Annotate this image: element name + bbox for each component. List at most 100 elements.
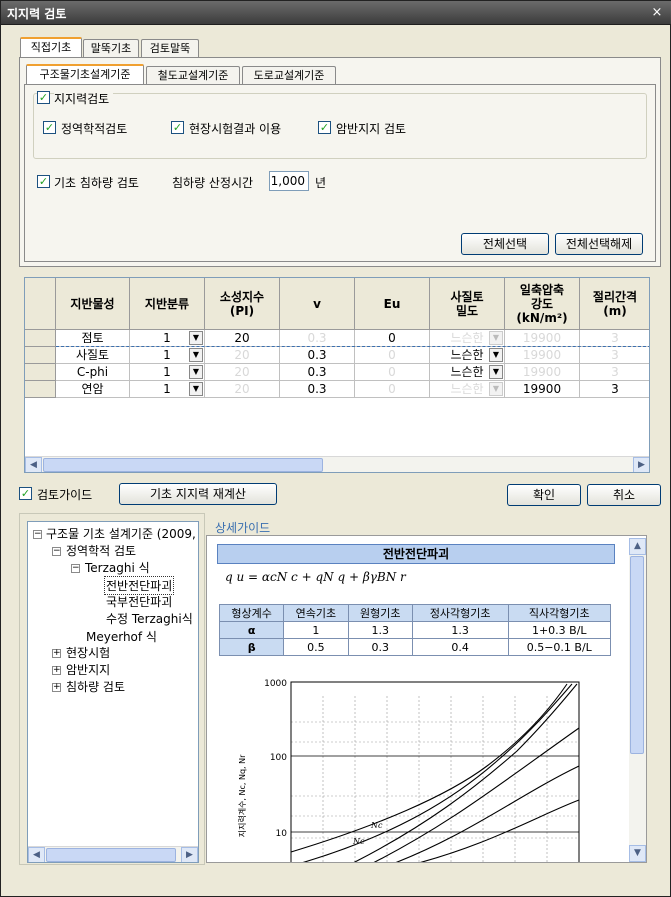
- guide-label: 검토가이드: [37, 488, 93, 502]
- cell-density: 느슨한 ▼: [430, 330, 505, 347]
- guide-vertical-scrollbar[interactable]: ▲ ▼: [629, 538, 646, 862]
- chevron-down-icon[interactable]: ▼: [189, 348, 203, 362]
- col-header-pi[interactable]: 소성지수 (PI): [205, 278, 280, 330]
- chevron-down-icon[interactable]: ▼: [189, 365, 203, 379]
- tab-structure-code[interactable]: 구조물기초설계기준: [26, 64, 144, 84]
- cell-v[interactable]: 0.3: [280, 364, 355, 381]
- cell-joint[interactable]: 3: [580, 381, 649, 398]
- expand-icon[interactable]: +: [52, 683, 61, 692]
- guide-checkbox[interactable]: ✓: [19, 487, 32, 500]
- collapse-icon[interactable]: −: [52, 547, 61, 556]
- row-header[interactable]: [25, 381, 56, 398]
- cell-eu[interactable]: 0: [355, 330, 430, 347]
- tree-node-root[interactable]: 구조물 기초 설계기준 (2009,: [46, 525, 196, 542]
- chevron-down-icon[interactable]: ▼: [189, 382, 203, 396]
- tree-node-rock[interactable]: 암반지지: [66, 661, 110, 678]
- title-bar[interactable]: 지지력 검토 ×: [1, 1, 671, 25]
- rock-support-checkbox[interactable]: ✓: [318, 121, 331, 134]
- col-header-class[interactable]: 지반분류: [130, 278, 205, 330]
- cell-pi: 20: [205, 364, 280, 381]
- select-all-button[interactable]: 전체선택: [461, 233, 549, 255]
- cell-soil-class[interactable]: 1 ▼: [130, 364, 205, 381]
- tab-railway-code[interactable]: 철도교설계기준: [146, 66, 240, 84]
- expand-icon[interactable]: +: [52, 649, 61, 658]
- tick-label: 100: [270, 753, 287, 763]
- ok-button[interactable]: 확인: [507, 484, 581, 506]
- tree-node-terzaghi[interactable]: Terzaghi 식: [85, 559, 150, 576]
- static-check-checkbox[interactable]: ✓: [43, 121, 56, 134]
- cell-value: 느슨한: [450, 365, 484, 379]
- scroll-thumb[interactable]: [46, 848, 176, 862]
- chevron-down-icon[interactable]: ▼: [489, 348, 503, 362]
- tree-horizontal-scrollbar[interactable]: ◀ ▶: [28, 846, 198, 862]
- col-header-v[interactable]: v: [280, 278, 355, 330]
- cell-soil-class[interactable]: 1 ▼: [130, 330, 205, 347]
- cell-value: 느슨한: [450, 331, 484, 345]
- expand-icon[interactable]: +: [52, 666, 61, 675]
- cell-soil-name[interactable]: 점토: [56, 330, 130, 347]
- scroll-thumb[interactable]: [43, 458, 323, 472]
- cell-density[interactable]: 느슨한 ▼: [430, 364, 505, 381]
- curve-label: Nc: [370, 821, 383, 830]
- chevron-down-icon[interactable]: ▼: [489, 365, 503, 379]
- cancel-button[interactable]: 취소: [587, 484, 661, 506]
- field-test-checkbox[interactable]: ✓: [171, 121, 184, 134]
- col-header-joint[interactable]: 절리간격 (m): [580, 278, 649, 330]
- collapse-icon[interactable]: −: [33, 530, 42, 539]
- scroll-down-icon[interactable]: ▼: [629, 845, 646, 862]
- cell-soil-name[interactable]: C-phi: [56, 364, 130, 381]
- row-header[interactable]: [25, 330, 56, 347]
- scroll-left-icon[interactable]: ◀: [28, 847, 45, 862]
- tab-direct-foundation[interactable]: 직접기초: [20, 37, 82, 57]
- cell-soil-class[interactable]: 1 ▼: [130, 381, 205, 398]
- close-button[interactable]: ×: [647, 4, 667, 22]
- tab-pile-foundation[interactable]: 말뚝기초: [83, 39, 139, 57]
- cell-pi[interactable]: 20: [205, 330, 280, 347]
- recalculate-button[interactable]: 기초 지지력 재계산: [119, 483, 277, 505]
- cell-v[interactable]: 0.3: [280, 381, 355, 398]
- cell-v[interactable]: 0.3: [280, 347, 355, 364]
- tree-node-local-shear[interactable]: 국부전단파괴: [106, 593, 172, 610]
- row-header[interactable]: [25, 364, 56, 381]
- settlement-time-input[interactable]: 1,000: [269, 171, 309, 191]
- cell-soil-name[interactable]: 연암: [56, 381, 130, 398]
- scroll-thumb[interactable]: [630, 556, 644, 754]
- tree-node-field-test[interactable]: 현장시험: [66, 644, 110, 661]
- cell-value: 느슨한: [450, 348, 484, 362]
- cell-soil-class[interactable]: 1 ▼: [130, 347, 205, 364]
- grid-corner: [25, 278, 56, 330]
- tree-node-settlement[interactable]: 침하량 검토: [66, 678, 125, 695]
- scroll-right-icon[interactable]: ▶: [181, 847, 198, 862]
- grid-horizontal-scrollbar[interactable]: ◀ ▶: [25, 456, 649, 472]
- chevron-down-icon[interactable]: ▼: [189, 331, 203, 345]
- scroll-up-icon[interactable]: ▲: [629, 538, 646, 555]
- collapse-icon[interactable]: −: [71, 564, 80, 573]
- col-header-soil[interactable]: 지반물성: [56, 278, 130, 330]
- structure-code-panel: ✓ 지지력검토 ✓ 정역학적검토 ✓ 현장시험결과 이용 ✓ 암반지지 검토 ✓…: [24, 84, 656, 262]
- col-header-eu[interactable]: Eu: [355, 278, 430, 330]
- shape-factor-table: 형상계수 연속기초 원형기초 정사각형기초 직사각형기초 α 1 1.3 1.3…: [218, 604, 612, 656]
- soil-property-grid[interactable]: 지반물성 지반분류 소성지수 (PI) v Eu 사질토 밀도 일축압축 강도 …: [24, 277, 650, 473]
- cell-ucs[interactable]: 19900: [505, 381, 580, 398]
- scroll-left-icon[interactable]: ◀: [25, 457, 42, 472]
- cell-ucs: 19900: [505, 330, 580, 347]
- tab-label: 철도교설계기준: [157, 69, 229, 82]
- guide-tree[interactable]: − 구조물 기초 설계기준 (2009, − 정역학적 검토 − Terzagh…: [27, 521, 199, 863]
- dialog-window: 지지력 검토 × 직접기초 말뚝기초 검토말뚝 구조물기초설계기준 철도교설계기…: [0, 0, 671, 897]
- settlement-checkbox[interactable]: ✓: [37, 175, 50, 188]
- table-cell: 0.4: [411, 638, 509, 656]
- scroll-right-icon[interactable]: ▶: [633, 457, 649, 472]
- row-header[interactable]: [25, 347, 56, 364]
- tree-node-static[interactable]: 정역학적 검토: [66, 542, 136, 559]
- cell-soil-name[interactable]: 사질토: [56, 347, 130, 364]
- tab-check-pile[interactable]: 검토말뚝: [141, 39, 199, 57]
- bearing-check-checkbox[interactable]: ✓: [37, 91, 50, 104]
- deselect-all-button[interactable]: 전체선택해제: [555, 233, 643, 255]
- curve-6: [419, 799, 580, 862]
- tab-road-code[interactable]: 도로교설계기준: [242, 66, 336, 84]
- tree-node-meyerhof[interactable]: Meyerhof 식: [86, 628, 157, 645]
- col-header-ucs[interactable]: 일축압축 강도 (kN/m²): [505, 278, 580, 330]
- col-header-density[interactable]: 사질토 밀도: [430, 278, 505, 330]
- cell-density[interactable]: 느슨한 ▼: [430, 347, 505, 364]
- tree-node-modified-terzaghi[interactable]: 수정 Terzaghi식: [106, 610, 193, 627]
